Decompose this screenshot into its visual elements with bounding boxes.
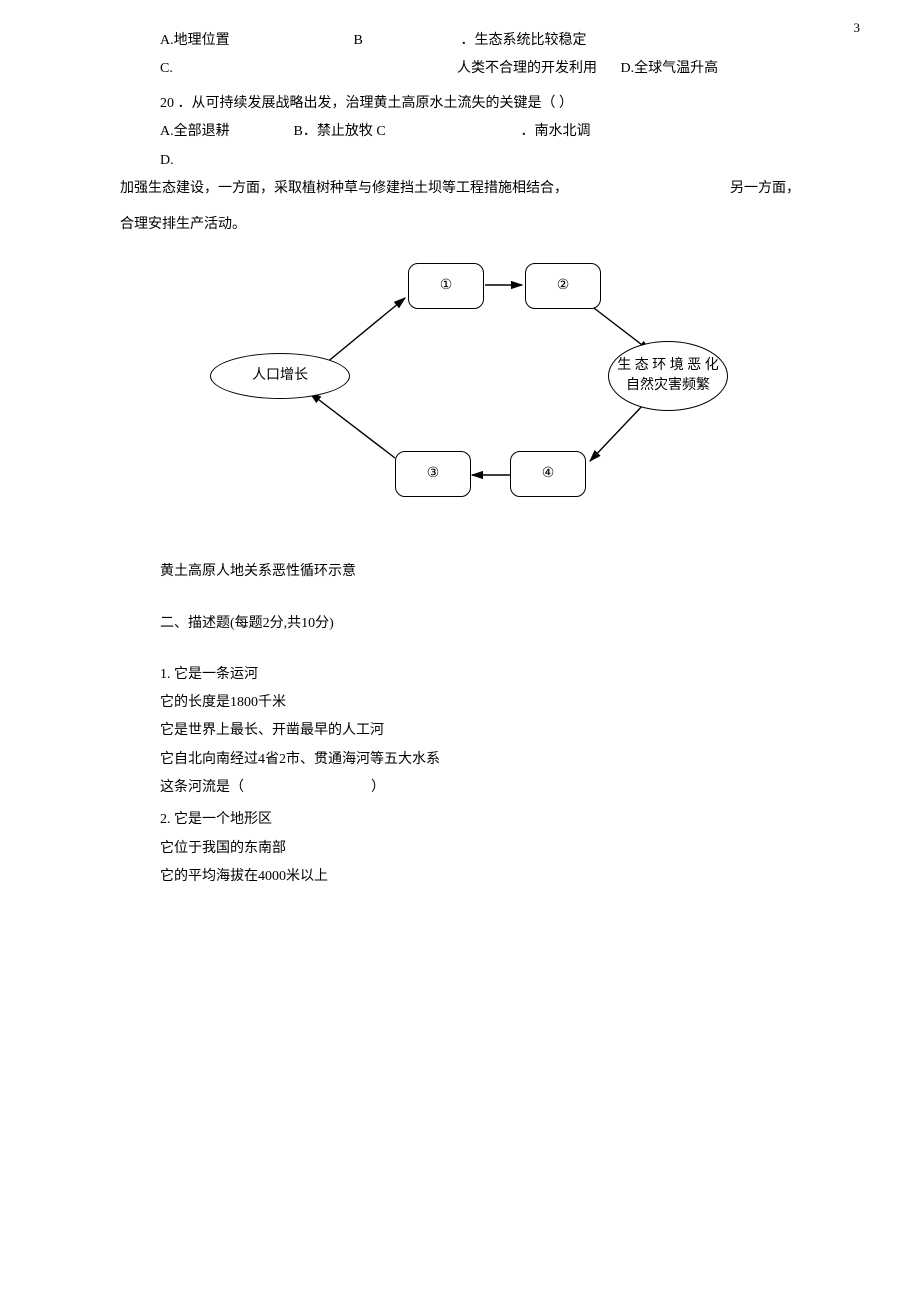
q20-opt-b: B．禁止放牧 C [294, 121, 414, 143]
q20-opt-d-line1-left: 加强生态建设，一方面，采取植树种草与修建挡土坝等工程措施相结合， [120, 178, 690, 200]
s2-q2-lead: 2. 它是一个地形区 [160, 809, 800, 831]
q19-opt-d: D.全球气温升高 [621, 58, 719, 80]
right-ellipse-line2: 自然灾害频繁 [617, 376, 719, 396]
q20-opt-d-line1: 加强生态建设，一方面，采取植树种草与修建挡土坝等工程措施相结合， 另一方面， [120, 178, 800, 200]
diagram-box-3: ③ [395, 451, 471, 497]
q20-stem: 20 ．从可持续发展战略出发，治理黄土高原水土流失的关键是（ ） [160, 93, 800, 115]
page-number: 3 [854, 18, 861, 39]
diagram-ellipse-left: 人口增长 [210, 353, 350, 399]
s2-q1-l3: 它是世界上最长、开凿最早的人工河 [160, 720, 800, 742]
diagram-box-2: ② [525, 263, 601, 309]
q19-opt-a: A.地理位置 [160, 30, 350, 52]
s2-q1-l5: 这条河流是（ ） [160, 777, 800, 799]
q19-opt-c-label: C. [160, 58, 180, 80]
q20-opt-d-line1-right: 另一方面， [730, 178, 800, 200]
diagram-box-1: ① [408, 263, 484, 309]
s2-q2-l3: 它的平均海拔在4000米以上 [160, 866, 800, 888]
q20-options-row1: A.全部退耕 B．禁止放牧 C ．南水北调 [160, 121, 800, 143]
diagram-ellipse-right: 生 态 环 境 恶 化 自然灾害频繁 [608, 341, 728, 411]
q19-options-row2: C. 人类不合理的开发利用 D.全球气温升高 [160, 58, 800, 80]
q19-options-row1: A.地理位置 B ．生态系统比较稳定 [160, 30, 800, 52]
cycle-diagram: ① ② ③ ④ 人口增长 生 态 环 境 恶 化 自然灾害频繁 [190, 243, 730, 533]
q20-opt-c-text: ．南水北调 [521, 121, 591, 143]
right-ellipse-line1: 生 态 环 境 恶 化 [617, 356, 719, 376]
s2-q1-l4: 它自北向南经过4省2市、贯通海河等五大水系 [160, 749, 800, 771]
q20-opt-d-label: D. [160, 150, 800, 172]
s2-q2-l2: 它位于我国的东南部 [160, 838, 800, 860]
q20-opt-a: A.全部退耕 [160, 121, 290, 143]
q19-opt-b-text: ．生态系统比较稳定 [461, 30, 587, 52]
s2-q1-l2: 它的长度是1800千米 [160, 692, 800, 714]
diagram-box-4: ④ [510, 451, 586, 497]
q19-opt-c-text: 人类不合理的开发利用 [457, 58, 617, 80]
s2-q1-l5-left: 这条河流是（ [160, 777, 244, 799]
section2-title: 二、描述题(每题2分,共10分) [160, 613, 800, 635]
s2-q1-lead: 1. 它是一条运河 [160, 664, 800, 686]
q20-opt-d-line2: 合理安排生产活动。 [120, 214, 800, 236]
q19-opt-b-label: B [354, 30, 374, 52]
s2-q1-l5-right: ） [371, 777, 385, 799]
diagram-caption: 黄土高原人地关系恶性循环示意 [160, 561, 800, 583]
